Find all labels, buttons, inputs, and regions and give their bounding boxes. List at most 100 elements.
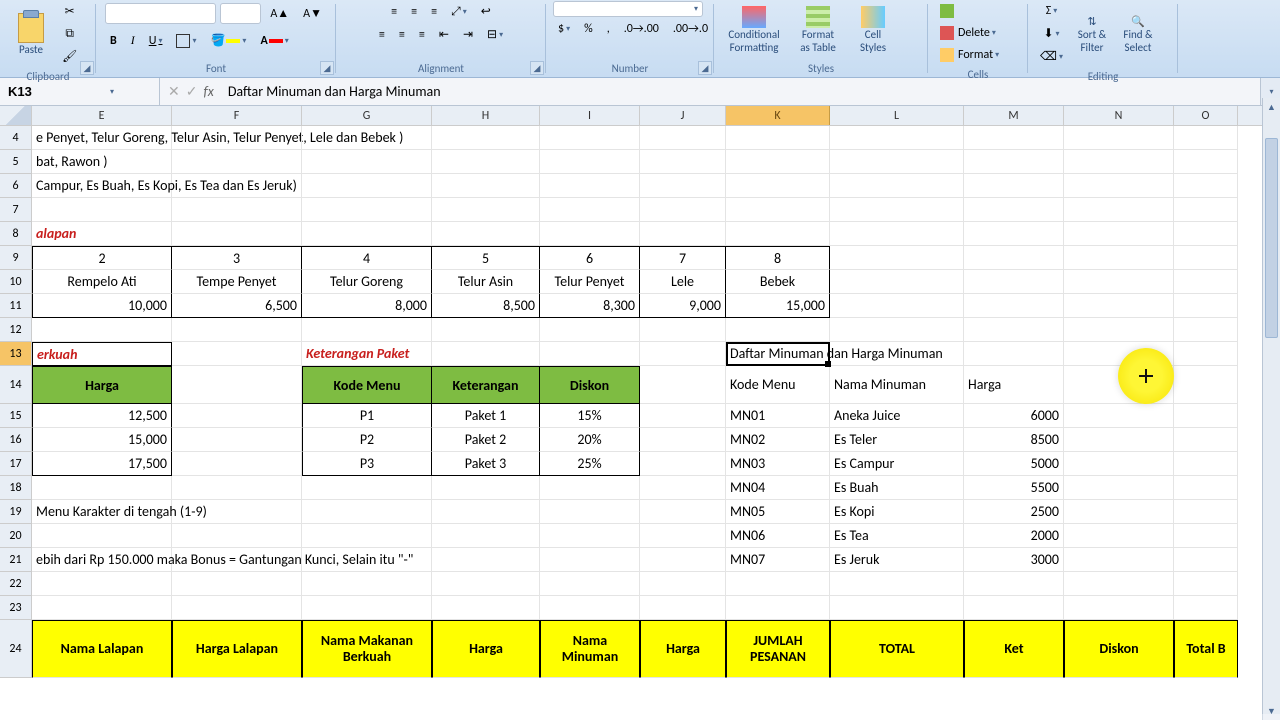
cell-M19[interactable]: 2500 [964,500,1064,524]
select-all-button[interactable] [0,106,32,125]
cell-M16[interactable]: 8500 [964,428,1064,452]
row-header-5[interactable]: 5 [0,150,32,174]
cell-K13[interactable]: Daftar Minuman dan Harga Minuman [726,342,830,366]
cell-L19[interactable]: Es Kopi [830,500,964,524]
find-select-button[interactable]: 🔍 Find &Select [1116,7,1160,61]
cell-M24[interactable]: Ket [964,620,1064,678]
cell-L13[interactable] [830,342,964,366]
cell-O11[interactable] [1174,294,1238,318]
cell-J14[interactable] [640,366,726,404]
cell-L22[interactable] [830,572,964,596]
cell-H13[interactable] [432,342,540,366]
cell-K7[interactable] [726,198,830,222]
clipboard-dialog-launcher[interactable]: ◢ [80,61,94,75]
font-color-button[interactable]: A▾ [255,30,293,51]
cell-styles-button[interactable]: Cell Styles [849,3,897,57]
cell-F24[interactable]: Harga Lalapan [172,620,302,678]
cell-H4[interactable] [432,126,540,150]
cell-F11[interactable]: 6,500 [172,294,302,318]
name-box-input[interactable] [8,84,108,99]
cell-G5[interactable] [302,150,432,174]
cell-O15[interactable] [1174,404,1238,428]
format-cells-button[interactable]: Format▾ [935,45,1021,65]
cell-F9[interactable]: 3 [172,246,302,270]
cell-E4[interactable]: e Penyet, Telur Goreng, Telur Asin, Telu… [32,126,172,150]
cell-L11[interactable] [830,294,964,318]
cell-H9[interactable]: 5 [432,246,540,270]
cell-F6[interactable] [172,174,302,198]
cell-G17[interactable]: P3 [302,452,432,476]
cell-J21[interactable] [640,548,726,572]
cell-I16[interactable]: 20% [540,428,640,452]
row-header-17[interactable]: 17 [0,452,32,476]
scroll-up-button[interactable]: ▲ [1263,98,1280,116]
cell-K12[interactable] [726,318,830,342]
italic-button[interactable]: I [126,30,140,51]
cell-O23[interactable] [1174,596,1238,620]
increase-indent-button[interactable]: ⇥ [458,24,478,45]
cell-N17[interactable] [1064,452,1174,476]
cell-E5[interactable]: bat, Rawon ) [32,150,172,174]
cell-F16[interactable] [172,428,302,452]
row-header-21[interactable]: 21 [0,548,32,572]
cell-N11[interactable] [1064,294,1174,318]
cell-M17[interactable]: 5000 [964,452,1064,476]
cell-I22[interactable] [540,572,640,596]
cell-G4[interactable] [302,126,432,150]
cell-E8[interactable]: alapan [32,222,172,246]
cell-L9[interactable] [830,246,964,270]
align-middle-button[interactable]: ≡ [406,1,422,22]
cell-J19[interactable] [640,500,726,524]
cancel-formula-icon[interactable]: ✕ [168,83,180,100]
cell-I8[interactable] [540,222,640,246]
row-header-20[interactable]: 20 [0,524,32,548]
name-box-dropdown[interactable]: ▾ [110,87,114,97]
font-family-combo[interactable] [105,3,216,24]
row-header-8[interactable]: 8 [0,222,32,246]
cell-L23[interactable] [830,596,964,620]
align-center-button[interactable]: ≡ [394,24,410,45]
cell-L4[interactable] [830,126,964,150]
row-header-14[interactable]: 14 [0,366,32,404]
cell-I14[interactable]: Diskon [540,366,640,404]
cell-G7[interactable] [302,198,432,222]
cell-I15[interactable]: 15% [540,404,640,428]
align-top-button[interactable]: ≡ [386,1,402,22]
column-header-M[interactable]: M [964,106,1064,125]
cell-M18[interactable]: 5500 [964,476,1064,500]
cell-O20[interactable] [1174,524,1238,548]
cell-K24[interactable]: JUMLAH PESANAN [726,620,830,678]
cell-J24[interactable]: Harga [640,620,726,678]
cell-H12[interactable] [432,318,540,342]
cell-N16[interactable] [1064,428,1174,452]
cell-G24[interactable]: Nama Makanan Berkuah [302,620,432,678]
fill-button[interactable]: ⬇▾ [1035,23,1068,44]
cell-H17[interactable]: Paket 3 [432,452,540,476]
enter-formula-icon[interactable]: ✓ [186,83,198,100]
row-header-4[interactable]: 4 [0,126,32,150]
cut-button[interactable]: ✂ [57,1,82,22]
cell-E23[interactable] [32,596,172,620]
column-header-G[interactable]: G [302,106,432,125]
cell-O22[interactable] [1174,572,1238,596]
column-header-N[interactable]: N [1064,106,1174,125]
cell-M20[interactable]: 2000 [964,524,1064,548]
fill-color-button[interactable]: 🪣▾ [205,30,251,51]
cell-L12[interactable] [830,318,964,342]
cell-I21[interactable] [540,548,640,572]
cell-F13[interactable] [172,342,302,366]
cell-J18[interactable] [640,476,726,500]
cell-K9[interactable]: 8 [726,246,830,270]
cell-M10[interactable] [964,270,1064,294]
cell-E16[interactable]: 15,000 [32,428,172,452]
cell-L21[interactable]: Es Jeruk [830,548,964,572]
cell-G11[interactable]: 8,000 [302,294,432,318]
column-header-F[interactable]: F [172,106,302,125]
scrollbar-thumb[interactable] [1265,138,1278,338]
cell-F12[interactable] [172,318,302,342]
cell-H7[interactable] [432,198,540,222]
cell-M21[interactable]: 3000 [964,548,1064,572]
cell-H8[interactable] [432,222,540,246]
column-header-I[interactable]: I [540,106,640,125]
cell-M13[interactable] [964,342,1064,366]
